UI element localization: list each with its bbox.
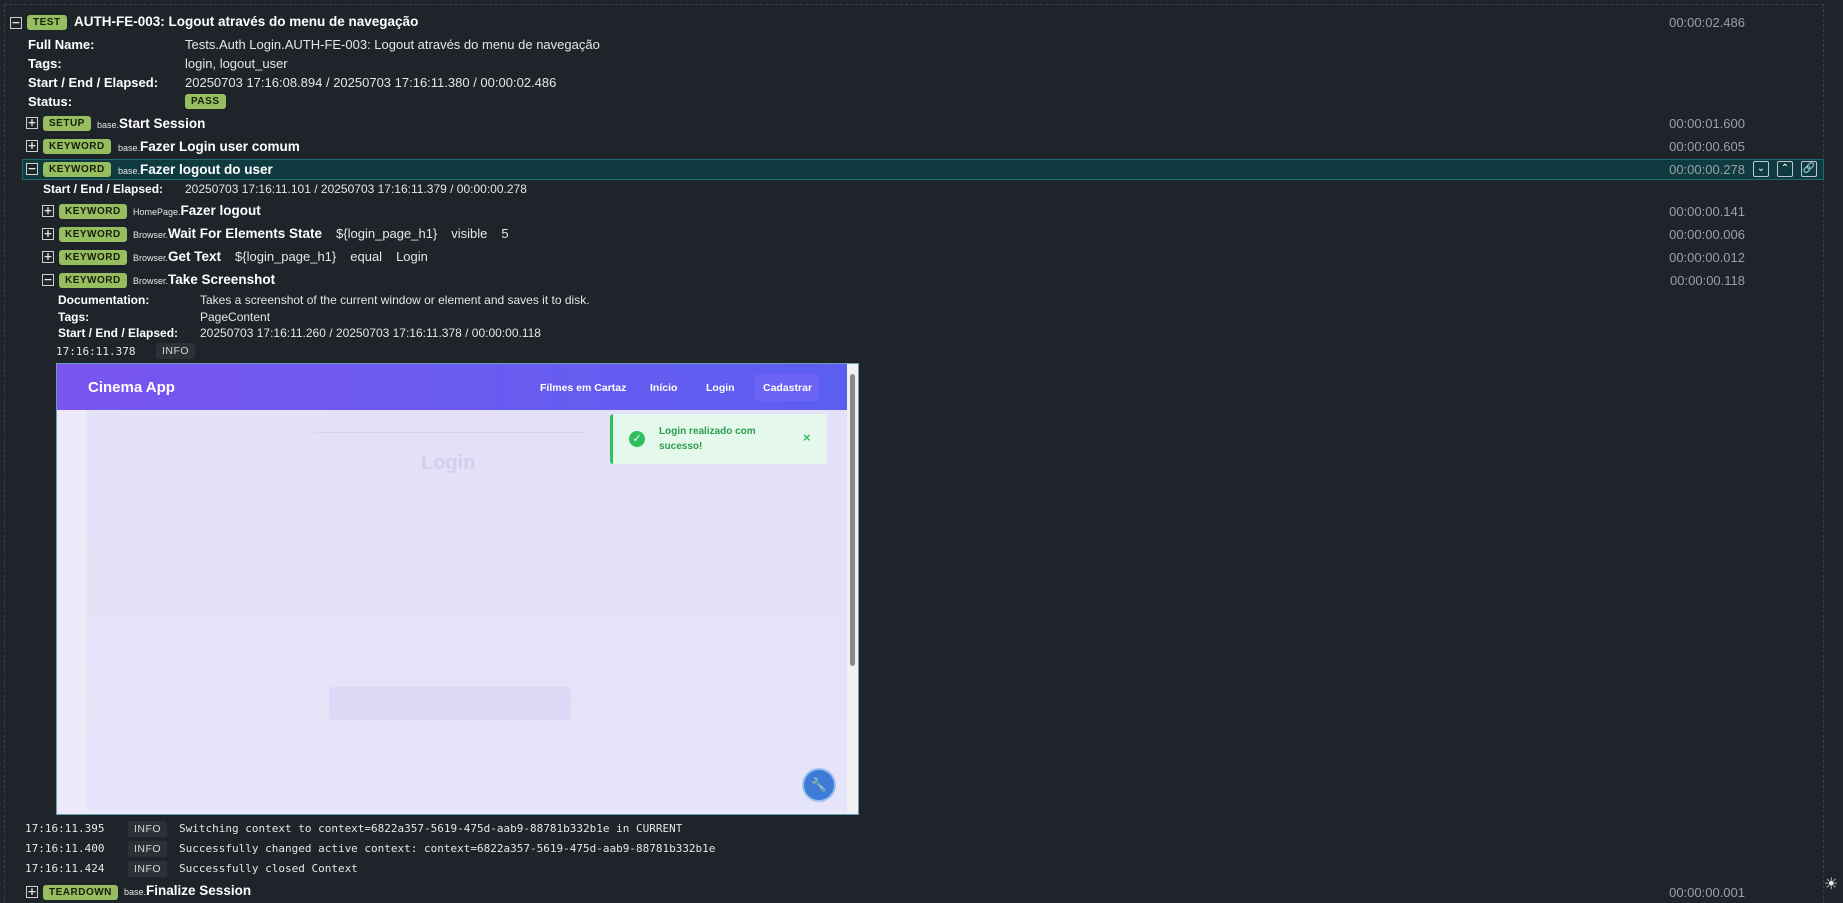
divider: [315, 432, 587, 433]
test-title[interactable]: AUTH-FE-003: Logout através do menu de n…: [74, 14, 418, 29]
keyword-row-wait-for-elements[interactable]: Browser.Wait For Elements State ${login_p…: [133, 226, 509, 241]
message-time: 17:16:11.424: [25, 862, 105, 875]
start-end-value: 20250703 17:16:08.894 / 20250703 17:16:1…: [185, 75, 557, 90]
check-circle-icon: ✓: [629, 431, 645, 447]
chevron-down-icon[interactable]: ⌄: [1753, 161, 1769, 177]
keyword-row-take-screenshot[interactable]: Browser.Take Screenshot: [133, 272, 275, 287]
info-badge: INFO: [128, 861, 168, 877]
teardown-row[interactable]: base.Finalize Session: [124, 883, 251, 898]
login-heading: Login: [421, 452, 476, 474]
logout-sea-value: 20250703 17:16:11.101 / 20250703 17:16:1…: [185, 182, 527, 196]
message-text: Successfully closed Context: [179, 862, 358, 875]
wrench-icon: 🔧: [804, 770, 834, 800]
expand-icon[interactable]: +: [26, 140, 38, 152]
doc-value: Takes a screenshot of the current window…: [200, 293, 590, 307]
logout-elapsed: 00:00:00.278: [1669, 162, 1745, 177]
expand-icon[interactable]: +: [42, 205, 54, 217]
app-navbar: Cinema App Filmes em Cartaz Início Login…: [57, 364, 847, 410]
setup-row[interactable]: base.Start Session: [97, 116, 205, 131]
logout-sea-label: Start / End / Elapsed:: [43, 182, 164, 196]
expand-icon[interactable]: +: [42, 251, 54, 263]
full-name-label: Full Name:: [28, 37, 95, 52]
chevron-up-icon[interactable]: ⌃: [1777, 161, 1793, 177]
message-time: 17:16:11.395: [25, 822, 105, 835]
message-time: 17:16:11.400: [25, 842, 105, 855]
keyword-row-login[interactable]: base.Fazer Login user comum: [118, 139, 300, 154]
close-icon: ×: [803, 430, 811, 445]
keyword-badge: KEYWORD: [43, 139, 111, 154]
faint-login-button: [329, 687, 571, 720]
collapse-icon[interactable]: −: [10, 17, 22, 29]
nav-cadastrar: Cadastrar: [763, 382, 813, 394]
full-name-value: Tests.Auth Login.AUTH-FE-003: Logout atr…: [185, 37, 600, 52]
k3-elapsed: 00:00:00.012: [1669, 250, 1745, 265]
keyword-badge: KEYWORD: [59, 273, 127, 288]
login-elapsed: 00:00:00.605: [1669, 139, 1745, 154]
nav-filmes: Filmes em Cartaz: [540, 382, 627, 394]
test-elapsed: 00:00:02.486: [1669, 15, 1745, 30]
k4-sea-label: Start / End / Elapsed:: [58, 326, 179, 340]
setup-badge: SETUP: [43, 116, 91, 131]
selected-row-highlight: [22, 159, 1824, 180]
tags-label: Tags:: [28, 56, 62, 71]
keyword-row-get-text[interactable]: Browser.Get Text ${login_page_h1} equal Log…: [133, 249, 428, 264]
keyword-badge: KEYWORD: [59, 250, 127, 265]
keyword-badge: KEYWORD: [59, 227, 127, 242]
expand-icon[interactable]: +: [26, 117, 38, 129]
app-body: Login: [87, 410, 847, 810]
message-text: Switching context to context=6822a357-56…: [179, 822, 683, 835]
screenshot-image[interactable]: Cinema App Filmes em Cartaz Início Login…: [56, 363, 859, 815]
nav-login: Login: [706, 382, 735, 394]
keyword-badge: KEYWORD: [59, 204, 127, 219]
k2-elapsed: 00:00:00.006: [1669, 227, 1745, 242]
k4-tags-value: PageContent: [200, 310, 271, 324]
k4-elapsed: 00:00:00.118: [1670, 273, 1745, 288]
keyword-row-fazer-logout[interactable]: HomePage.Fazer logout: [133, 203, 261, 218]
theme-toggle-icon[interactable]: ☀: [1824, 874, 1842, 893]
start-end-label: Start / End / Elapsed:: [28, 75, 159, 90]
info-badge: INFO: [156, 343, 196, 359]
k4-tags-label: Tags:: [58, 310, 90, 324]
collapse-icon[interactable]: −: [42, 274, 54, 286]
collapse-icon[interactable]: −: [26, 163, 38, 175]
status-badge: PASS: [185, 94, 226, 109]
info-badge: INFO: [128, 841, 168, 857]
expand-icon[interactable]: +: [26, 886, 38, 898]
keyword-badge: KEYWORD: [43, 162, 111, 177]
setup-elapsed: 00:00:01.600: [1669, 116, 1745, 131]
doc-label: Documentation:: [58, 293, 150, 307]
toast-message: Login realizado com sucesso!: [659, 426, 756, 452]
keyword-row-logout[interactable]: base.Fazer logout do user: [118, 162, 273, 177]
tags-value: login, logout_user: [185, 56, 288, 71]
message-time: 17:16:11.378: [56, 345, 136, 358]
success-toast: ✓ Login realizado com sucesso! ×: [610, 414, 827, 464]
message-text: Successfully changed active context: con…: [179, 842, 716, 855]
info-badge: INFO: [128, 821, 168, 837]
screenshot-scrollbar: [847, 364, 858, 814]
test-badge: TEST: [27, 15, 67, 30]
expand-icon[interactable]: +: [42, 228, 54, 240]
app-brand: Cinema App: [88, 379, 175, 396]
status-label: Status:: [28, 94, 73, 109]
k4-sea-value: 20250703 17:16:11.260 / 20250703 17:16:1…: [200, 326, 541, 340]
nav-inicio: Início: [650, 382, 678, 394]
link-icon[interactable]: 🔗: [1801, 161, 1817, 177]
k1-elapsed: 00:00:00.141: [1669, 204, 1745, 219]
